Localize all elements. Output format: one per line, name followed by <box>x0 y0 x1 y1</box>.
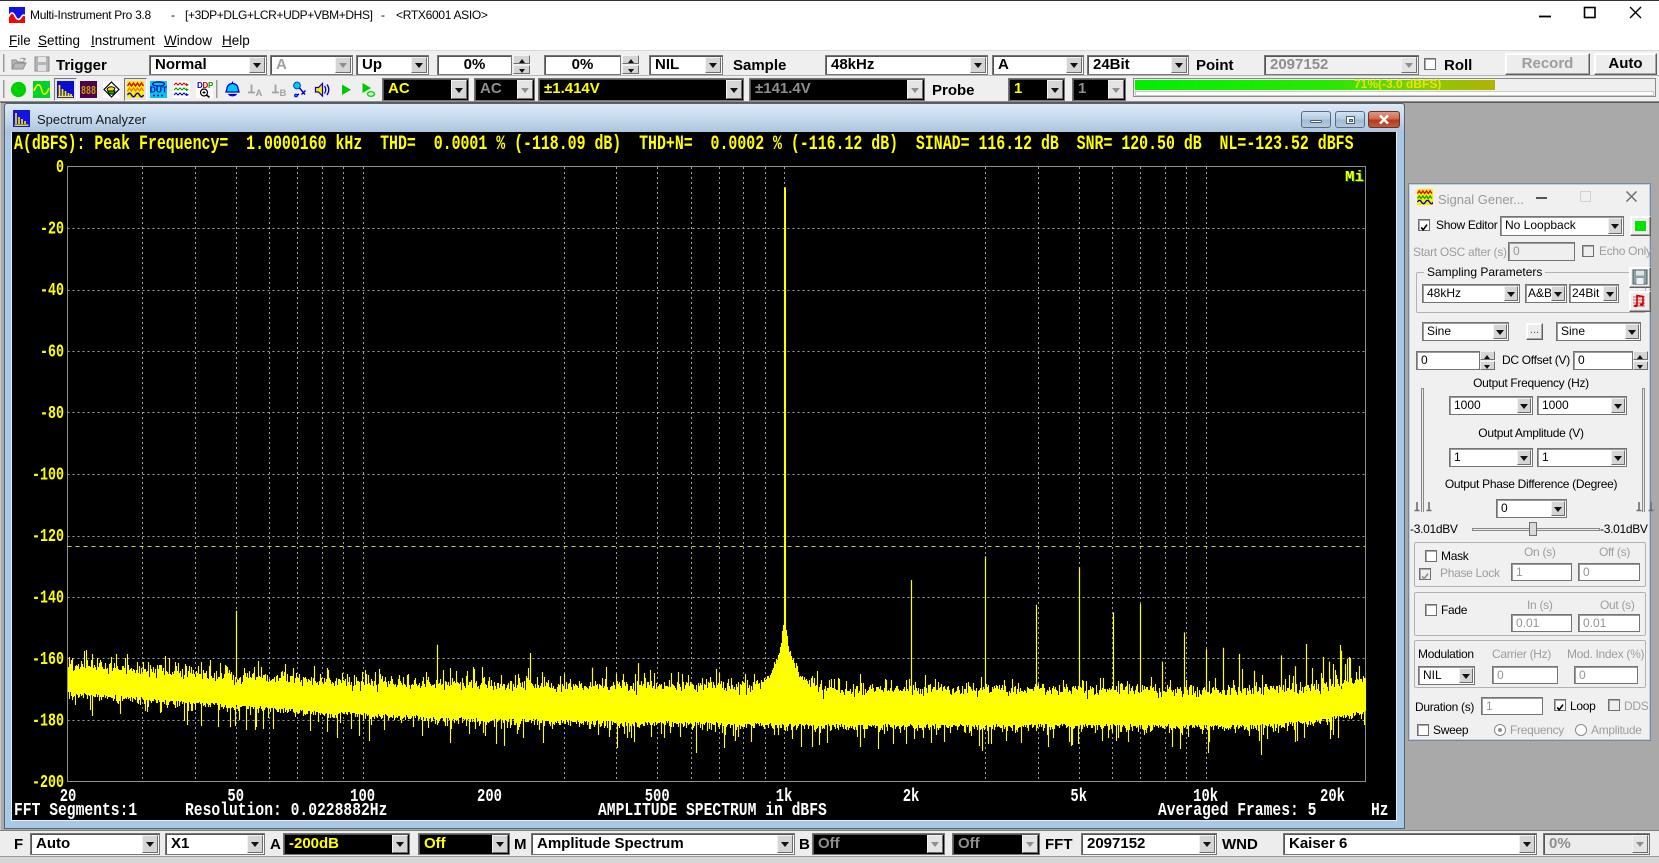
svg-text:Averaged Frames: 5: Averaged Frames: 5 <box>1158 801 1316 820</box>
svg-text:200: 200 <box>477 787 502 807</box>
svg-text:-140: -140 <box>32 589 64 609</box>
svg-text:A: A <box>256 88 263 98</box>
svg-text:888: 888 <box>81 84 96 98</box>
svg-text:-60: -60 <box>40 343 64 363</box>
svg-text:-180: -180 <box>32 712 64 732</box>
svg-text:Hz: Hz <box>1371 801 1389 820</box>
svg-text:5k: 5k <box>1070 787 1087 807</box>
svg-text:2k: 2k <box>903 787 920 807</box>
svg-text:FFT Segments:1: FFT Segments:1 <box>14 801 137 820</box>
svg-text:-20: -20 <box>40 220 64 240</box>
svg-text:-160: -160 <box>32 650 64 670</box>
svg-text:0: 0 <box>56 158 64 178</box>
svg-text:-40: -40 <box>40 281 64 301</box>
svg-text:DUT: DUT <box>150 85 167 95</box>
svg-text:A(dBFS): Peak Frequency= 1.00: A(dBFS): Peak Frequency= 1.0000160 kHz T… <box>14 133 1354 156</box>
svg-text:Mi: Mi <box>1345 169 1364 186</box>
svg-text:-120: -120 <box>32 527 64 547</box>
svg-text:20k: 20k <box>1320 787 1345 807</box>
svg-text:Resolution: 0.0228882Hz: Resolution: 0.0228882Hz <box>185 801 387 820</box>
svg-text:-80: -80 <box>40 404 64 424</box>
svg-text:P: P <box>208 81 213 90</box>
svg-text:-100: -100 <box>32 466 64 486</box>
svg-text:B: B <box>280 88 287 98</box>
svg-text:AMPLITUDE SPECTRUM in dBFS: AMPLITUDE SPECTRUM in dBFS <box>598 801 827 820</box>
